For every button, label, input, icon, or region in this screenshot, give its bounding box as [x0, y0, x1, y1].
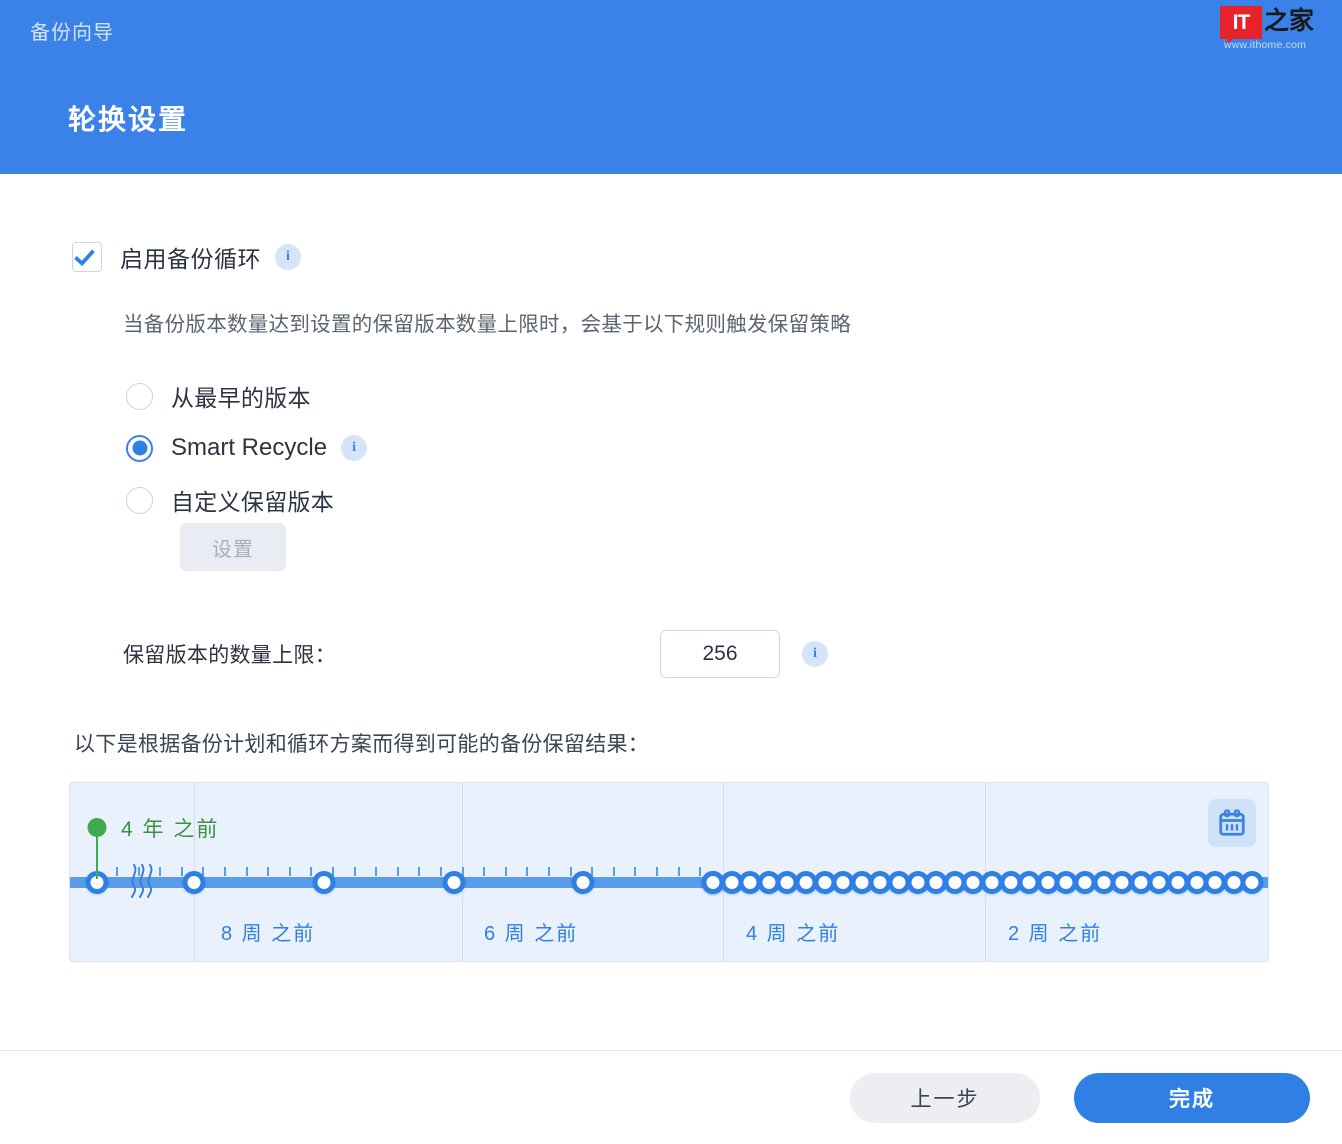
timeline-tick	[612, 867, 615, 876]
breadcrumb: 备份向导	[30, 22, 114, 44]
backup-wizard-window: 备份向导 轮换设置 IT 之家 www.ithome.com 启用备份循环 i …	[0, 0, 1342, 1144]
timeline-tick	[267, 867, 270, 876]
version-limit-input[interactable]	[660, 630, 780, 678]
timeline-break-symbol	[126, 863, 160, 899]
timeline-tick	[396, 867, 399, 876]
timeline-tick	[440, 867, 442, 876]
timeline-section-label: 4 周 之前	[746, 923, 841, 945]
timeline-tick	[656, 867, 658, 876]
content-area: 启用备份循环 i 当备份版本数量达到设置的保留版本数量上限时，会基于以下规则触发…	[0, 174, 1342, 1050]
timeline-tick	[288, 867, 291, 876]
timeline-tick	[418, 867, 421, 876]
wizard-footer: 上一步 完成	[0, 1051, 1342, 1144]
timeline-green-stem	[96, 835, 98, 879]
radio-label-custom-retention: 自定义保留版本	[171, 489, 335, 515]
radio-button-oldest-version[interactable]	[126, 382, 153, 410]
timeline-backup-marker[interactable]	[182, 871, 206, 894]
timeline-tick	[180, 867, 183, 876]
backup-retention-timeline: 4 年 之前 8 周 之前 6 周 之前 4 周 之前 2 周 之前	[69, 782, 1269, 962]
timeline-tick	[116, 867, 118, 876]
timeline-tick	[699, 867, 702, 876]
calendar-button[interactable]	[1208, 799, 1256, 847]
timeline-backup-marker[interactable]	[442, 871, 466, 894]
radio-label-oldest-version: 从最早的版本	[171, 385, 311, 411]
version-limit-row: 保留版本的数量上限： i	[123, 630, 828, 678]
watermark-it-mark: IT	[1220, 6, 1262, 45]
ithome-watermark-logo: IT 之家 www.ithome.com	[1210, 5, 1320, 57]
timeline-tick	[483, 867, 486, 876]
calendar-icon	[1219, 809, 1245, 836]
info-icon[interactable]: i	[802, 641, 828, 667]
result-description: 以下是根据备份计划和循环方案而得到可能的备份保留结果：	[74, 733, 650, 756]
timeline-section-label: 2 周 之前	[1008, 923, 1103, 945]
version-limit-label: 保留版本的数量上限：	[123, 644, 336, 667]
timeline-tick	[677, 867, 680, 876]
previous-button[interactable]: 上一步	[850, 1073, 1040, 1123]
timeline-tick	[310, 867, 313, 876]
radio-button-custom-retention[interactable]	[126, 486, 153, 514]
timeline-backup-marker[interactable]	[312, 871, 336, 894]
timeline-tick	[634, 867, 637, 876]
watermark-brand: 之家	[1264, 8, 1315, 35]
radio-option-oldest-version[interactable]: 从最早的版本	[126, 370, 367, 422]
check-icon	[74, 244, 95, 267]
radio-label-smart-recycle: Smart Recycle	[171, 434, 328, 461]
timeline-tick	[526, 867, 529, 876]
timeline-oldest-marker[interactable]	[87, 818, 107, 837]
finish-button[interactable]: 完成	[1074, 1073, 1310, 1123]
timeline-tick	[137, 867, 140, 876]
timeline-section-label: 6 周 之前	[484, 923, 579, 945]
info-icon[interactable]: i	[341, 435, 368, 461]
timeline-tick	[569, 867, 572, 876]
radio-option-smart-recycle[interactable]: Smart Recycle i	[126, 422, 368, 474]
timeline-tick	[353, 867, 356, 876]
timeline-tick	[375, 867, 378, 876]
page-title: 轮换设置	[68, 104, 189, 135]
enable-backup-cycle-checkbox[interactable]	[72, 242, 102, 272]
window-header: 备份向导 轮换设置 IT 之家 www.ithome.com	[0, 0, 1342, 174]
timeline-tick	[504, 867, 507, 876]
timeline-tick	[245, 867, 248, 876]
timeline-oldest-label: 4 年 之前	[121, 818, 220, 841]
info-icon[interactable]: i	[275, 244, 301, 270]
retention-policy-radio-group: 从最早的版本 Smart Recycle i 自定义保留版本	[126, 370, 368, 526]
watermark-url: www.ithome.com	[1223, 39, 1307, 51]
timeline-tick	[548, 867, 550, 876]
rotation-description: 当备份版本数量达到设置的保留版本数量上限时，会基于以下规则触发保留策略	[123, 313, 851, 336]
enable-backup-cycle-row[interactable]: 启用备份循环 i	[72, 240, 301, 274]
enable-backup-cycle-label: 启用备份循环	[120, 246, 261, 272]
timeline-tick	[159, 867, 162, 876]
timeline-backup-marker[interactable]	[1240, 871, 1264, 894]
settings-button[interactable]: 设置	[180, 523, 286, 571]
timeline-tick	[224, 867, 226, 876]
radio-button-smart-recycle[interactable]	[126, 434, 153, 462]
radio-option-custom-retention[interactable]: 自定义保留版本	[126, 474, 367, 526]
timeline-section-label: 8 周 之前	[221, 923, 316, 945]
timeline-backup-marker[interactable]	[571, 871, 595, 894]
